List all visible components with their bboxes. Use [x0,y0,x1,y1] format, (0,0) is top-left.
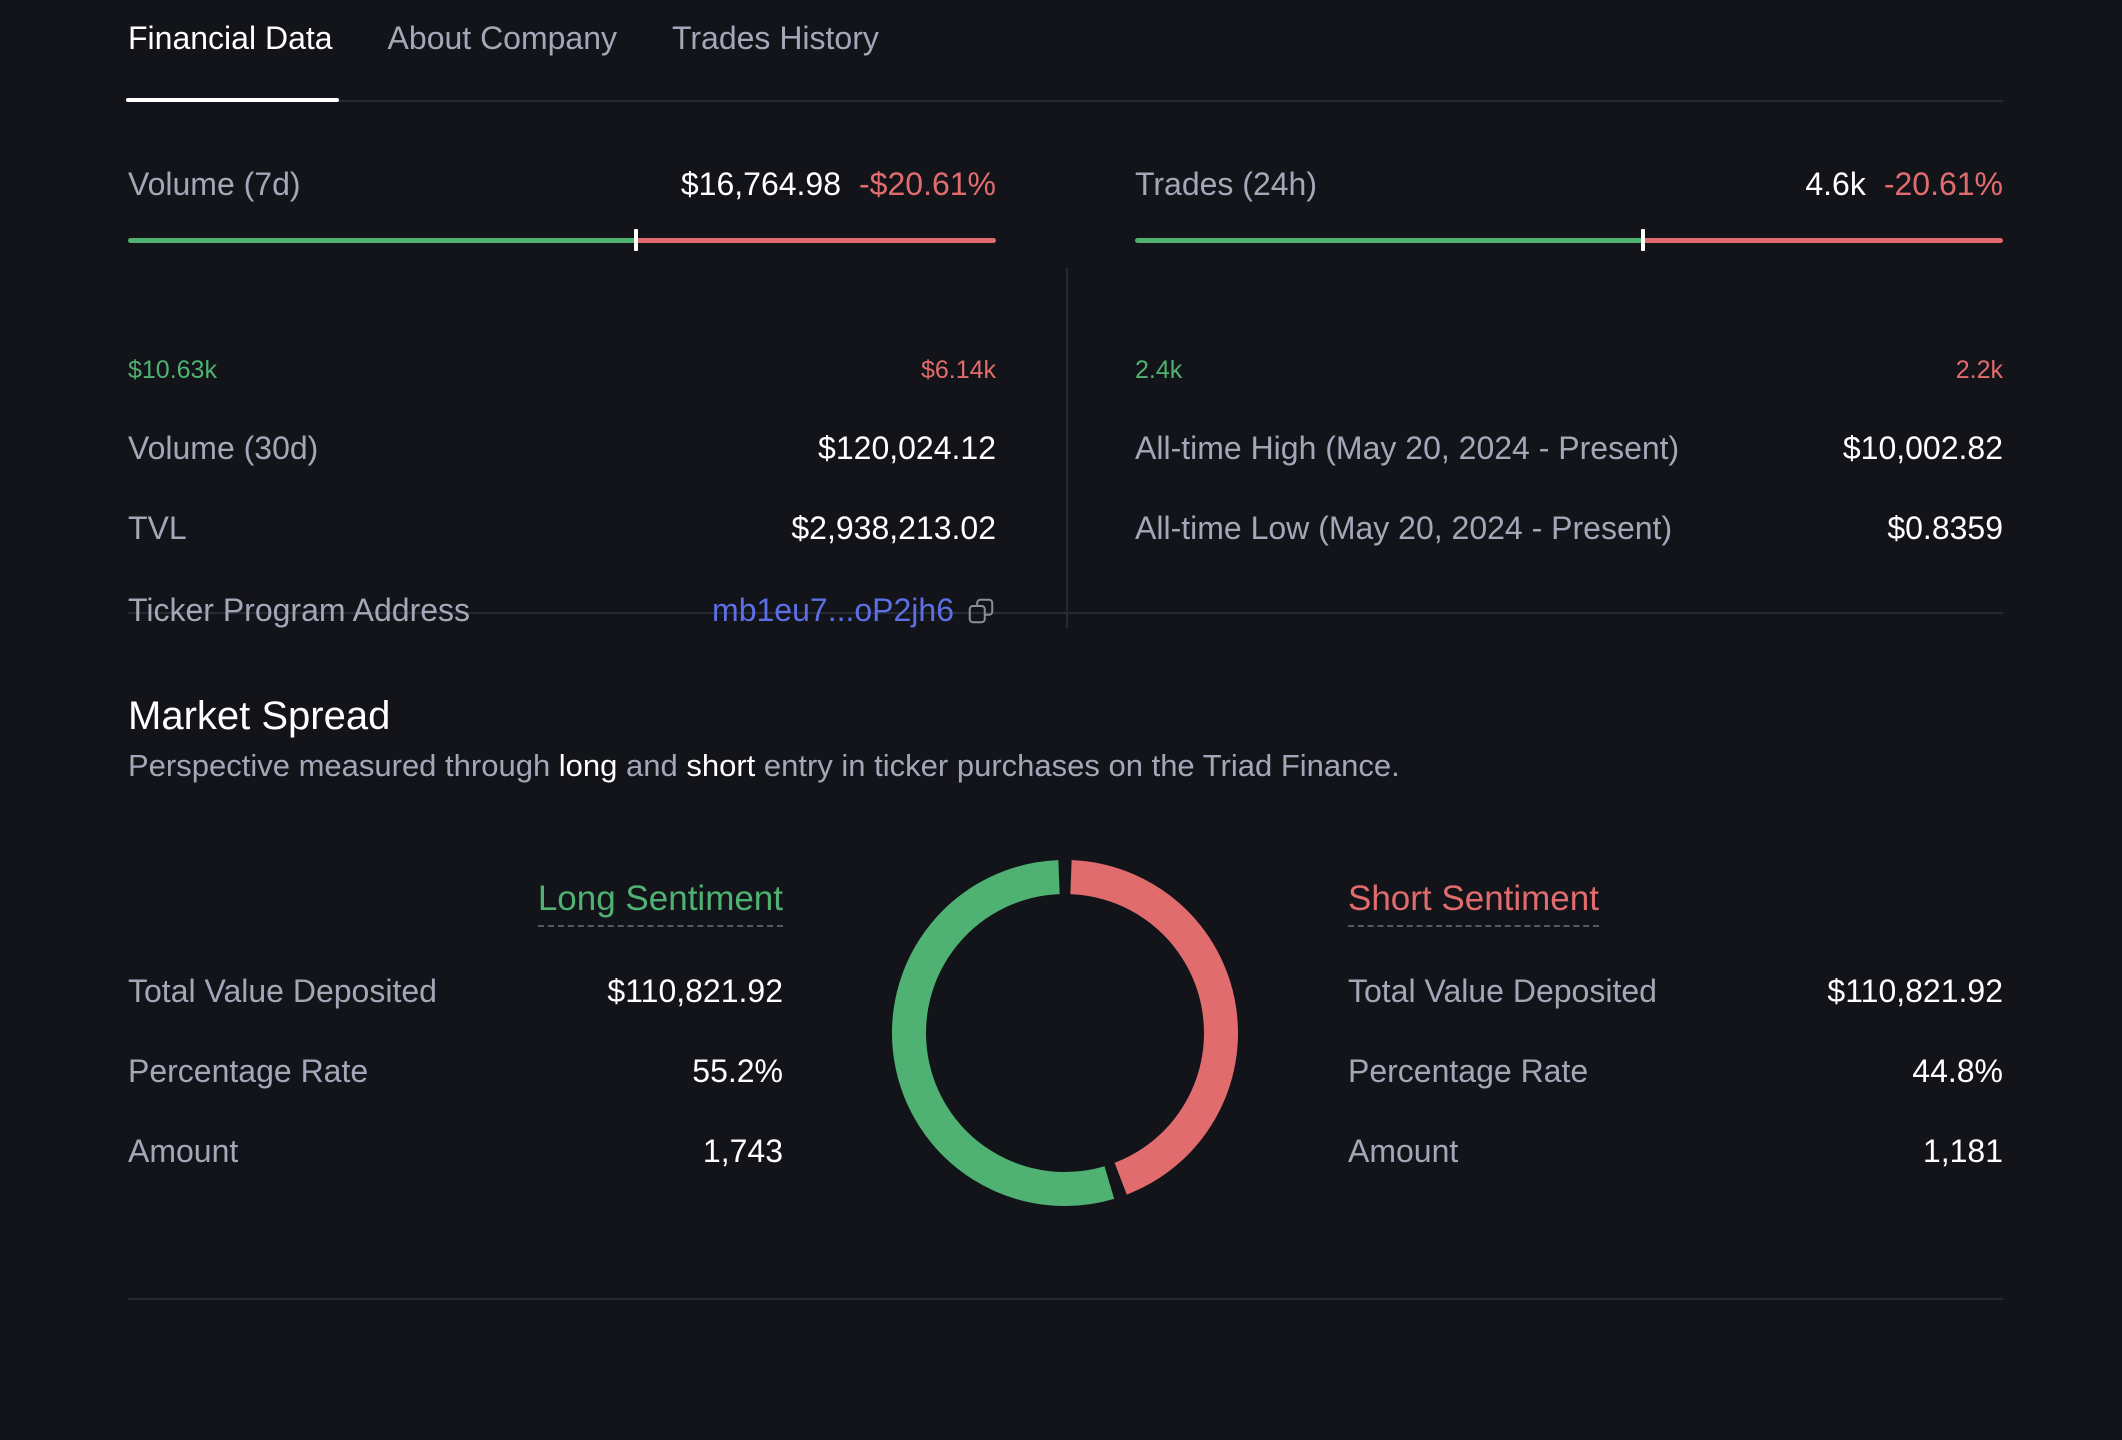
volume-7d-change: -$20.61% [859,166,996,202]
volume-7d-range-labels: $10.63k $6.14k [128,356,996,385]
trades-24h-range-marker [1641,229,1645,251]
trades-24h-value: 4.6k -20.61% [1805,166,2003,203]
market-spread-subtitle: Perspective measured through long and sh… [128,748,1400,784]
trades-24h-change: -20.61% [1883,166,2003,202]
long-rate-row: Percentage Rate 55.2% [128,1053,783,1090]
stats-column-divider [1066,268,1068,628]
volume-7d-range-low: $10.63k [128,356,217,384]
short-tvd-row: Total Value Deposited $110,821.92 [1348,973,2003,1010]
page: Financial Data About Company Trades Hist… [0,0,2122,1440]
short-rate-row: Percentage Rate 44.8% [1348,1053,2003,1090]
short-sentiment-panel: Short Sentiment Total Value Deposited $1… [1348,879,2003,1169]
short-sentiment-heading-wrap: Short Sentiment [1348,879,2003,927]
long-tvd-value: $110,821.92 [607,973,783,1009]
subtitle-part-3: entry in ticker purchases on the Triad F… [755,748,1400,783]
tab-bar: Financial Data About Company Trades Hist… [126,0,2003,102]
short-tvd-value: $110,821.92 [1827,973,2003,1009]
short-tvd-label: Total Value Deposited [1348,973,1657,1009]
all-time-low-label: All-time Low (May 20, 2024 - Present) [1135,510,1673,546]
all-time-high-value: $10,002.82 [1842,430,2003,466]
market-spread-section: Market Spread Perspective measured throu… [128,614,2003,1300]
long-amount-row: Amount 1,743 [128,1133,783,1170]
long-tvd-row: Total Value Deposited $110,821.92 [128,973,783,1010]
volume-7d-label: Volume (7d) [128,166,301,202]
short-rate-value: 44.8% [1912,1053,2003,1089]
volume-7d-range-marker [634,229,638,251]
long-sentiment-heading-wrap: Long Sentiment [128,879,783,927]
volume-7d-range-green [128,238,634,243]
all-time-low-value: $0.8359 [1887,510,2003,546]
volume-7d-range-high: $6.14k [920,356,996,384]
tvl-label: TVL [128,510,187,546]
volume-7d-value: $16,764.98 -$20.61% [681,166,996,203]
trades-24h-range-green [1135,238,1641,243]
financial-stats: Volume (7d) $16,764.98 -$20.61% $10.63k $… [128,102,2003,628]
volume-30d-row: Volume (30d) $120,024.12 [128,430,996,467]
market-spread-title: Market Spread [128,694,391,738]
subtitle-short-word: short [686,748,756,783]
tab-about-company[interactable]: About Company [388,0,617,78]
volume-30d-value: $120,024.12 [818,430,996,466]
volume-30d-label: Volume (30d) [128,430,319,466]
donut-short-segment [1070,860,1238,1195]
all-time-high-label: All-time High (May 20, 2024 - Present) [1135,430,1680,466]
short-sentiment-heading[interactable]: Short Sentiment [1348,879,1599,927]
long-tvd-label: Total Value Deposited [128,973,437,1009]
short-rate-label: Percentage Rate [1348,1053,1589,1089]
tab-financial-data[interactable]: Financial Data [126,0,339,102]
subtitle-long-word: long [558,748,618,783]
long-rate-value: 55.2% [692,1053,783,1089]
trades-24h-amount: 4.6k [1805,166,1866,202]
short-amount-value: 1,181 [1922,1133,2003,1169]
subtitle-part-2: and [617,748,687,783]
trades-24h-range-bar [1135,226,2003,256]
volume-7d-range-bar [128,226,996,256]
long-sentiment-panel: Long Sentiment Total Value Deposited $11… [128,879,783,1169]
long-amount-label: Amount [128,1133,239,1169]
volume-7d-range-red [634,238,996,243]
content-container: Financial Data About Company Trades Hist… [126,0,2003,1300]
long-sentiment-heading[interactable]: Long Sentiment [537,879,783,927]
donut-long-segment [892,860,1115,1206]
all-time-high-row: All-time High (May 20, 2024 - Present) $… [1135,430,2003,467]
tvl-value: $2,938,213.02 [791,510,996,546]
trades-24h-row: Trades (24h) 4.6k -20.61% [1135,166,2003,203]
trades-24h-range-labels: 2.4k 2.2k [1135,356,2003,385]
trades-24h-range-red [1641,238,2003,243]
trades-24h-range-low: 2.4k [1135,356,1183,384]
long-rate-label: Percentage Rate [128,1053,369,1089]
volume-7d-row: Volume (7d) $16,764.98 -$20.61% [128,166,996,203]
tvl-row: TVL $2,938,213.02 [128,510,996,547]
trades-24h-label: Trades (24h) [1135,166,1317,202]
tab-trades-history[interactable]: Trades History [672,0,879,78]
short-amount-label: Amount [1348,1133,1459,1169]
short-amount-row: Amount 1,181 [1348,1133,2003,1170]
trades-24h-range-high: 2.2k [1955,356,2003,384]
all-time-low-row: All-time Low (May 20, 2024 - Present) $0… [1135,510,2003,547]
sentiment-donut-chart [892,860,1238,1206]
subtitle-part-1: Perspective measured through [128,748,559,783]
long-amount-value: 1,743 [702,1133,783,1169]
volume-7d-amount: $16,764.98 [680,166,842,202]
